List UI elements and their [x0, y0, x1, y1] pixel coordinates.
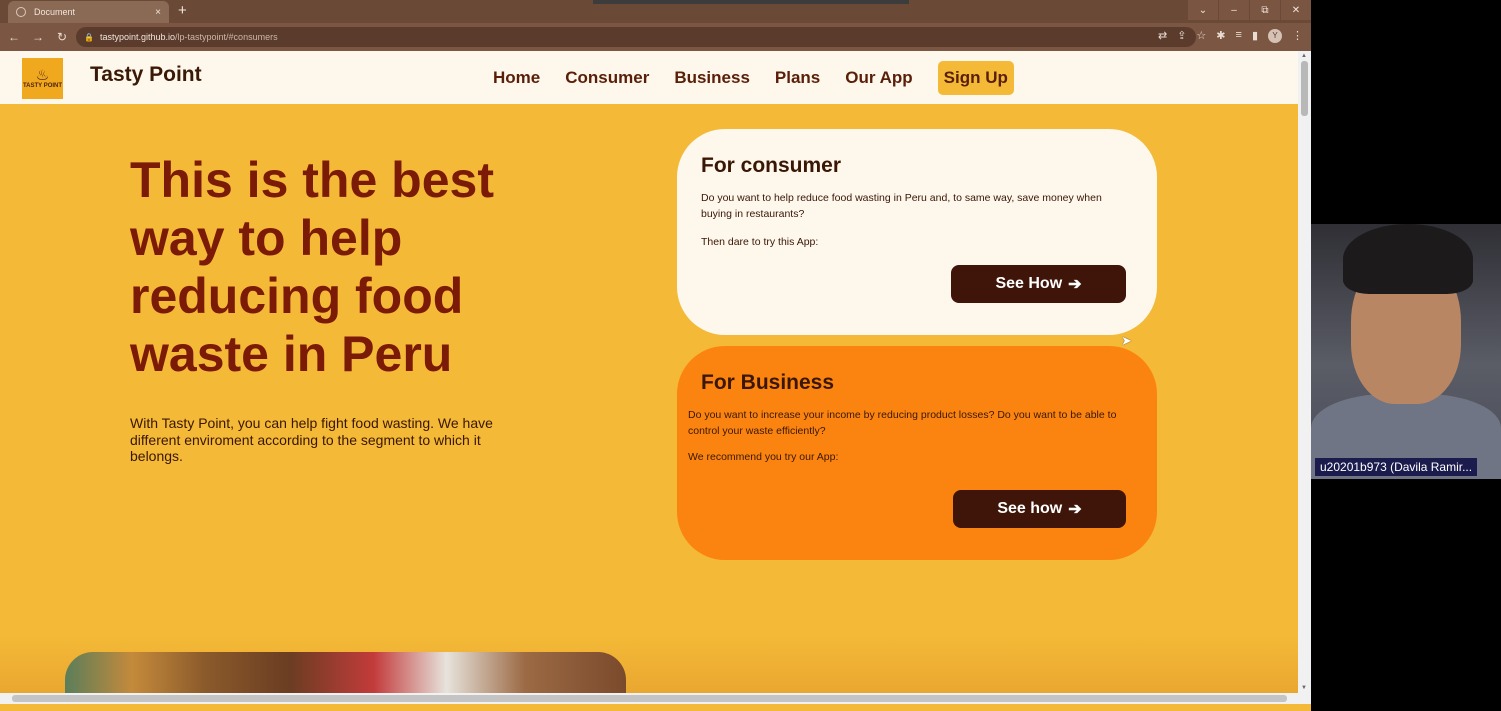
site-logo[interactable]: ♨ TASTY POINT [22, 58, 63, 99]
toolbar-actions: ⇄ ⇪ ☆ ✱ ≡ ▮ Y ⋮ [1158, 29, 1303, 43]
video-call-tile: u20201b973 (Davila Ramir... [1311, 224, 1501, 479]
vertical-scrollbar[interactable]: ▲ ▼ [1298, 51, 1311, 693]
business-card-cta-text: We recommend you try our App: [688, 451, 839, 463]
minimize-icon[interactable]: – [1218, 0, 1249, 20]
tab-title: Document [34, 7, 76, 17]
hero-subtitle: With Tasty Point, you can help fight foo… [130, 415, 493, 464]
screen-share-bar [593, 0, 909, 4]
url-path: /lp-tastypoint/#consumers [175, 32, 278, 42]
nav-link-home[interactable]: Home [493, 61, 540, 95]
share-icon[interactable]: ⇪ [1177, 29, 1186, 43]
see-how-consumer-button[interactable]: See How ➔ [951, 265, 1126, 303]
nav-link-our-app[interactable]: Our App [845, 61, 912, 95]
main-nav: Home Consumer Business Plans Our App Sig… [493, 61, 1014, 95]
restore-icon[interactable]: ⧉ [1249, 0, 1280, 20]
horizontal-scrollbar[interactable] [0, 693, 1311, 704]
chef-hat-icon: ♨ [35, 66, 50, 84]
kebab-menu-icon[interactable]: ⋮ [1292, 29, 1303, 43]
back-arrow-icon[interactable]: ← [4, 30, 24, 44]
window-controls: ⌄ – ⧉ ✕ [1187, 0, 1311, 20]
nav-link-plans[interactable]: Plans [775, 61, 820, 95]
address-bar[interactable]: 🔒 tastypoint.github.io/lp-tastypoint/#co… [76, 27, 1196, 47]
close-icon[interactable]: × [155, 7, 161, 18]
business-card: For Business Do you want to increase you… [677, 346, 1157, 560]
scroll-down-icon[interactable]: ▼ [1301, 685, 1307, 691]
business-card-heading: For Business [701, 371, 835, 394]
arrow-right-icon: ➔ [1068, 276, 1082, 293]
reading-list-icon[interactable]: ≡ [1236, 29, 1242, 43]
reload-icon[interactable]: ↻ [52, 30, 72, 44]
browser-toolbar: ← → ↻ 🔒 tastypoint.github.io/lp-tastypoi… [0, 23, 1311, 51]
nav-link-business[interactable]: Business [674, 61, 750, 95]
forward-arrow-icon[interactable]: → [28, 30, 48, 44]
translate-icon[interactable]: ⇄ [1158, 29, 1167, 43]
tab-search-icon[interactable]: ⌄ [1187, 0, 1218, 20]
horizontal-scrollbar-thumb[interactable] [12, 695, 1287, 702]
participant-hair [1343, 224, 1473, 294]
globe-icon [16, 7, 26, 17]
mouse-cursor-icon: ➤ [1121, 333, 1132, 348]
button-label: See how [997, 500, 1063, 517]
tab-bar: Document × + ⌄ – ⧉ ✕ [0, 0, 1311, 23]
side-panel-icon[interactable]: ▮ [1252, 29, 1258, 43]
arrow-right-icon: ➔ [1068, 501, 1082, 518]
consumer-card-question: Do you want to help reduce food wasting … [701, 192, 1102, 220]
scrollbar-thumb[interactable] [1301, 61, 1308, 116]
page-viewport: ♨ TASTY POINT Tasty Point Home Consumer … [0, 51, 1298, 693]
new-tab-button[interactable]: + [178, 2, 187, 20]
hero-title: This is the best way to help reducing fo… [130, 152, 494, 382]
button-label: See How [995, 275, 1063, 292]
url-host: tastypoint.github.io [99, 32, 176, 42]
brand-name: Tasty Point [90, 63, 202, 86]
logo-text: TASTY POINT [22, 82, 63, 89]
site-header: ♨ TASTY POINT Tasty Point Home Consumer … [0, 51, 1298, 104]
lock-icon: 🔒 [84, 32, 94, 42]
consumer-card: For consumer Do you want to help reduce … [677, 129, 1157, 335]
browser-tab[interactable]: Document × [8, 1, 169, 23]
screen: Document × + ⌄ – ⧉ ✕ ← → ↻ 🔒 tastypoint.… [0, 0, 1501, 711]
nav-link-consumer[interactable]: Consumer [565, 61, 649, 95]
see-how-business-button[interactable]: See how ➔ [953, 490, 1126, 528]
profile-avatar[interactable]: Y [1268, 29, 1282, 43]
scroll-up-icon[interactable]: ▲ [1301, 53, 1307, 59]
sign-up-button[interactable]: Sign Up [937, 61, 1014, 95]
browser-window: Document × + ⌄ – ⧉ ✕ ← → ↻ 🔒 tastypoint.… [0, 0, 1311, 711]
consumer-card-cta-text: Then dare to try this App: [701, 236, 819, 248]
close-window-icon[interactable]: ✕ [1280, 0, 1311, 20]
participant-name-label: u20201b973 (Davila Ramir... [1315, 458, 1478, 476]
business-card-question: Do you want to increase your income by r… [688, 409, 1117, 437]
extensions-icon[interactable]: ✱ [1216, 29, 1225, 43]
bookmark-star-icon[interactable]: ☆ [1196, 29, 1206, 43]
consumer-card-heading: For consumer [701, 154, 842, 177]
food-photo [65, 652, 626, 693]
